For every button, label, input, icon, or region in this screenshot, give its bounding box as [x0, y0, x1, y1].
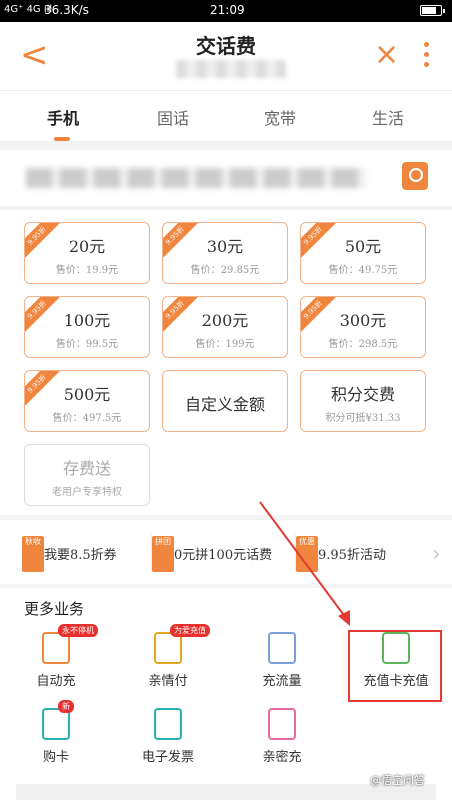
service-label: 亲密充: [262, 750, 302, 765]
contact-book-icon[interactable]: [402, 162, 428, 190]
invoice-icon: [154, 708, 182, 740]
more-menu-icon[interactable]: [420, 42, 432, 72]
promo-tag: 秋收: [22, 536, 44, 572]
service-label: 自动充: [36, 674, 76, 689]
promo-tag: 拼团: [152, 536, 174, 572]
denomination-amount: 50元: [344, 237, 382, 256]
denomination-amount: 200元: [201, 311, 249, 330]
denomination-card[interactable]: 9.95折 200元 售价：199元: [162, 296, 288, 358]
service-intimate-recharge[interactable]: 亲密充: [232, 708, 332, 778]
denomination-price: 售价：497.5元: [52, 413, 122, 424]
points-pay-button[interactable]: 积分交费 积分可抵¥31.33: [300, 370, 426, 432]
denomination-amount: 30元: [206, 237, 244, 256]
tab-indicator: [54, 137, 70, 141]
service-label: 充流量: [262, 674, 302, 689]
status-bar: 4G⁺ 4G ıll 36.3K/s 21:09: [0, 0, 452, 22]
service-data-topup[interactable]: 充流量: [232, 632, 332, 702]
phone-number-input[interactable]: [26, 168, 366, 188]
promo-text: 我要8.5折券: [44, 548, 117, 563]
denomination-amount: 300元: [339, 311, 387, 330]
denomination-card[interactable]: 9.95折 300元 售价：298.5元: [300, 296, 426, 358]
service-badge: 永不停机: [58, 624, 98, 637]
sim-4g-icon: [268, 632, 296, 664]
service-family-pay[interactable]: 为爱充值 亲情付: [118, 624, 218, 702]
tab-bar: 手机 固话 宽带 生活: [0, 90, 452, 142]
more-services-title: 更多业务: [24, 600, 85, 618]
blurred-account: [176, 60, 286, 78]
denomination-card[interactable]: 9.95折 50元 售价：49.75元: [300, 222, 426, 284]
denomination-amount: 500元: [63, 385, 111, 404]
tab-mobile[interactable]: 手机: [28, 105, 98, 129]
denomination-amount: 20元: [68, 237, 106, 256]
denomination-card[interactable]: 9.95折 500元 售价：497.5元: [24, 370, 150, 432]
custom-amount-label: 自定义金额: [184, 395, 265, 414]
denomination-price: 售价：49.75元: [328, 265, 398, 276]
service-auto-recharge[interactable]: 永不停机 自动充: [6, 624, 106, 702]
highlight-box: [348, 630, 442, 702]
points-pay-title: 积分交费: [330, 385, 395, 404]
service-label: 亲情付: [148, 674, 188, 689]
chevron-right-icon[interactable]: ›: [432, 542, 441, 567]
tab-life[interactable]: 生活: [353, 105, 423, 129]
deposit-gift-sub: 老用户专享特权: [52, 487, 122, 498]
service-e-invoice[interactable]: 电子发票: [118, 708, 218, 778]
service-badge: 为爱充值: [170, 624, 210, 637]
points-pay-sub: 积分可抵¥31.33: [325, 413, 401, 424]
clock: 21:09: [210, 3, 245, 17]
denomination-amount: 100元: [63, 311, 111, 330]
custom-amount-button[interactable]: 自定义金额: [162, 370, 288, 432]
phone-number-row: [0, 150, 452, 206]
battery-icon: [420, 5, 445, 16]
tab-landline[interactable]: 固话: [138, 105, 208, 129]
service-badge: 新: [58, 700, 74, 713]
deposit-gift-title: 存费送: [62, 459, 111, 478]
header: < 交话费 ×: [0, 22, 452, 90]
service-buy-card[interactable]: 新 购卡: [6, 700, 106, 778]
phone-heart-icon: [268, 708, 296, 740]
watermark: @悟空问答: [370, 774, 425, 787]
promo-item[interactable]: 秋收 我要8.5折券: [22, 534, 152, 572]
denomination-price: 售价：29.85元: [190, 265, 260, 276]
denomination-card[interactable]: 9.95折 20元 售价：19.9元: [24, 222, 150, 284]
tab-broadband[interactable]: 宽带: [245, 105, 315, 129]
denomination-price: 售价：19.9元: [55, 265, 119, 276]
denomination-card[interactable]: 9.95折 100元 售价：99.5元: [24, 296, 150, 358]
annotation-arrow: [259, 501, 350, 626]
denomination-price: 售价：298.5元: [328, 339, 398, 350]
denomination-price: 售价：199元: [195, 339, 255, 350]
denomination-price: 售价：99.5元: [55, 339, 119, 350]
service-label: 购卡: [42, 750, 69, 765]
promo-row: 秋收 我要8.5折券 拼团 0元拼100元话费 优惠 9.95折活动 ›: [0, 520, 452, 584]
close-icon[interactable]: ×: [374, 38, 399, 72]
network-speed: 36.3K/s: [44, 3, 89, 17]
denomination-card[interactable]: 9.95折 30元 售价：29.85元: [162, 222, 288, 284]
deposit-gift-button[interactable]: 存费送 老用户专享特权: [24, 444, 150, 506]
service-label: 电子发票: [141, 750, 194, 765]
denomination-grid: 9.95折 20元 售价：19.9元 9.95折 30元 售价：29.85元 9…: [0, 210, 452, 515]
